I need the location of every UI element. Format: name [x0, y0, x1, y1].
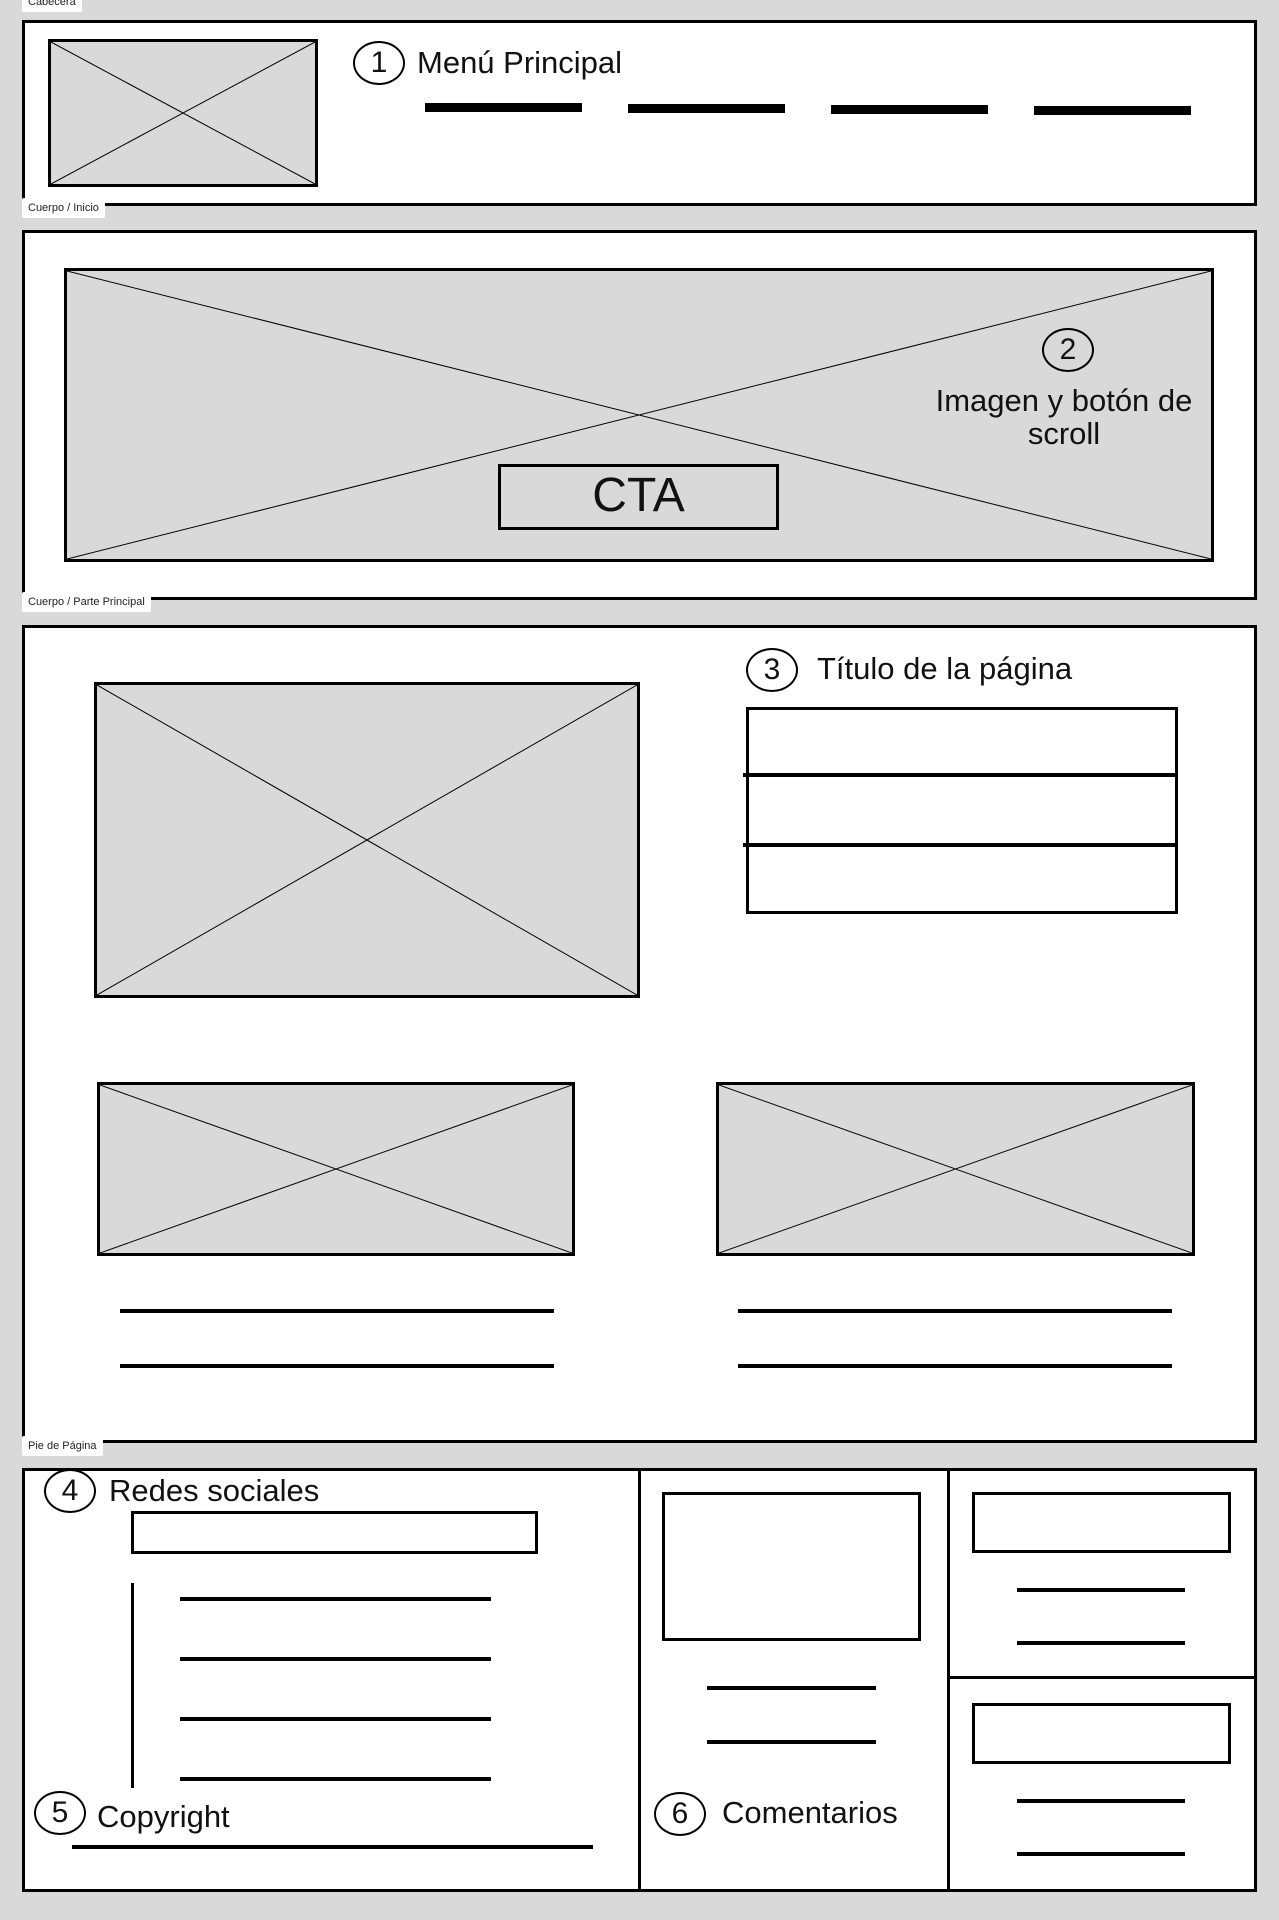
content-divider-1	[743, 773, 1178, 777]
footer-column-divider-2	[947, 1468, 950, 1892]
logo-placeholder-image	[48, 39, 318, 187]
annotation-number-1: 1	[353, 41, 405, 85]
social-link-4[interactable]	[180, 1777, 491, 1781]
annotation-number-2: 2	[1042, 328, 1094, 372]
card-text-line-right-2	[738, 1364, 1172, 1368]
image-placeholder-cross-icon	[51, 42, 315, 184]
menu-item-3[interactable]	[831, 105, 988, 114]
footer-column-divider-1	[638, 1468, 641, 1892]
footer-widget-line-bottom-1	[1017, 1799, 1185, 1803]
social-link-1[interactable]	[180, 1597, 491, 1601]
social-links-box[interactable]	[131, 1511, 538, 1554]
card-text-line-left-2	[120, 1364, 554, 1368]
menu-item-4[interactable]	[1034, 106, 1191, 115]
annotation-number-4: 4	[44, 1469, 96, 1513]
section-tag-hero: Cuerpo / Inicio	[22, 198, 105, 218]
content-divider-2	[743, 843, 1178, 847]
copyright-text-line	[72, 1845, 593, 1849]
comments-label: Comentarios	[722, 1795, 898, 1830]
annotation-number-3: 3	[746, 648, 798, 692]
image-placeholder-cross-icon	[97, 685, 637, 995]
card-image-placeholder-left	[97, 1082, 575, 1256]
main-menu-title: Menú Principal	[417, 45, 623, 80]
social-link-3[interactable]	[180, 1717, 491, 1721]
card-text-line-right-1	[738, 1309, 1172, 1313]
footer-row-divider	[947, 1676, 1257, 1679]
annotation-number-6: 6	[654, 1792, 706, 1836]
annotation-number-5: 5	[34, 1791, 86, 1835]
comment-image-box	[662, 1492, 921, 1641]
section-tag-header: Cabecera	[22, 0, 82, 12]
footer-widget-line-bottom-2	[1017, 1852, 1185, 1856]
card-image-placeholder-right	[716, 1082, 1195, 1256]
main-image-placeholder	[94, 682, 640, 998]
content-text-block	[746, 707, 1178, 914]
footer-widget-line-top-2	[1017, 1641, 1185, 1645]
image-placeholder-cross-icon	[100, 1085, 572, 1253]
comment-text-line-1	[707, 1686, 876, 1690]
section-tag-footer: Pie de Página	[22, 1436, 103, 1456]
hero-annotation-text: Imagen y botón de scroll	[935, 383, 1193, 451]
footer-widget-line-top-1	[1017, 1588, 1185, 1592]
menu-item-1[interactable]	[425, 103, 582, 112]
cta-button[interactable]: CTA	[498, 464, 779, 530]
social-link-2[interactable]	[180, 1657, 491, 1661]
section-tag-main: Cuerpo / Parte Principal	[22, 592, 151, 612]
footer-widget-box-top	[972, 1492, 1231, 1553]
comment-text-line-2	[707, 1740, 876, 1744]
image-placeholder-cross-icon	[719, 1085, 1192, 1253]
page-title: Título de la página	[817, 651, 1073, 686]
copyright-label: Copyright	[97, 1799, 230, 1834]
footer-widget-box-bottom	[972, 1703, 1231, 1764]
social-list-rule	[131, 1583, 134, 1788]
card-text-line-left-1	[120, 1309, 554, 1313]
menu-item-2[interactable]	[628, 104, 785, 113]
social-networks-label: Redes sociales	[109, 1473, 320, 1508]
